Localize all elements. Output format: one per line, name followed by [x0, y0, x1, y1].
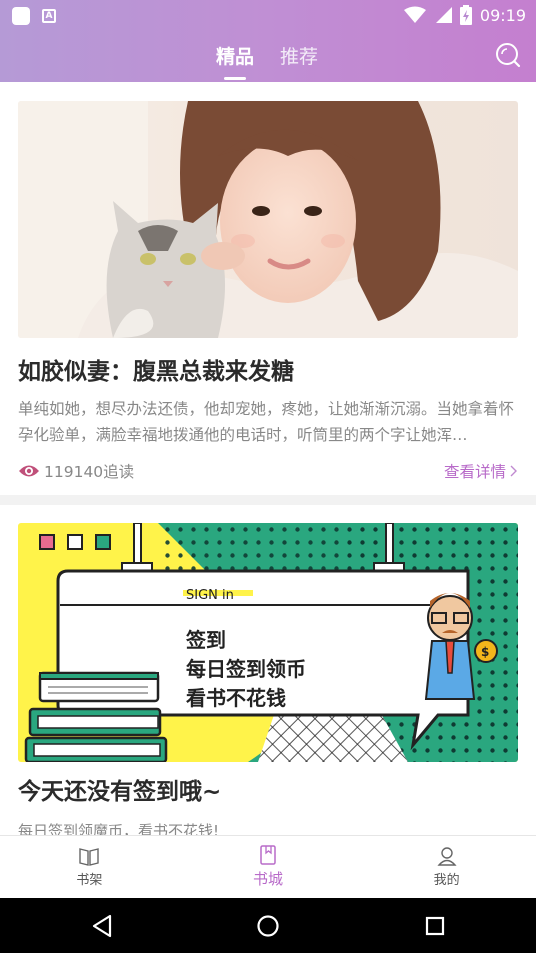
views-text: 119140追读 [44, 463, 135, 481]
nav-item-bookstore[interactable]: 书城 [179, 836, 358, 898]
tab-active-indicator [224, 77, 246, 80]
nav-item-bookshelf[interactable]: 书架 [0, 836, 179, 898]
back-icon [92, 914, 112, 938]
signal-icon [435, 7, 452, 23]
tab-featured-label: 精品 [216, 46, 255, 68]
home-icon [257, 915, 279, 937]
bottom-nav: 书架 书城 我的 [0, 835, 536, 898]
signin-description: 每日签到领魔币，看书不花钱! [18, 822, 220, 835]
views-count: 119140追读 [18, 460, 134, 482]
view-details-label: 查看详情 [443, 463, 506, 481]
banner-tag: SIGN in [186, 588, 234, 603]
banner-line-2: 每日签到领币 [186, 657, 306, 681]
banner-line-3: 看书不花钱 [186, 686, 286, 710]
status-time: 09:19 [479, 5, 526, 25]
card-separator [0, 495, 536, 505]
search-icon [496, 43, 521, 68]
home-button[interactable] [254, 912, 282, 940]
book-card[interactable]: 如胶似妻：腹黑总裁来发糖 单纯如她，想尽办法还债，他却宠她，疼她，让她渐渐沉溺。… [0, 82, 536, 495]
nav-label-bookshelf: 书架 [76, 873, 103, 888]
svg-text:$: $ [481, 645, 489, 659]
recents-button[interactable] [421, 912, 449, 940]
recents-icon [425, 916, 445, 936]
signin-card[interactable]: SIGN in 签到 每日签到领币 看书不花钱 $ 今天还没有签到哦~ 每日签到… [0, 505, 536, 835]
view-details-link[interactable]: 查看详情 [444, 460, 518, 482]
book-meta: 119140追读 查看详情 [18, 456, 518, 490]
tab-recommend-label: 推荐 [280, 46, 319, 68]
a-icon: A [42, 9, 56, 23]
bookshelf-icon [79, 848, 100, 866]
battery-icon [459, 5, 472, 25]
wifi-icon [403, 6, 426, 23]
feed[interactable]: 如胶似妻：腹黑总裁来发糖 单纯如她，想尽办法还债，他却宠她，疼她，让她渐渐沉溺。… [0, 82, 536, 835]
book-cover-image[interactable] [18, 101, 518, 338]
chevron-right-icon [510, 465, 517, 477]
book-description: 单纯如她，想尽办法还债，他却宠她，疼她，让她渐渐沉溺。当她拿着怀孕化验单，满脸幸… [18, 400, 515, 444]
bookstore-icon [260, 845, 276, 865]
status-bar: A 09:19 [0, 0, 536, 32]
nav-item-profile[interactable]: 我的 [357, 836, 536, 898]
tab-recommend[interactable]: 推荐 [280, 42, 318, 69]
top-bar: A 09:19 精品 推荐 [0, 0, 536, 82]
signin-banner-image[interactable]: SIGN in 签到 每日签到领币 看书不花钱 $ [18, 523, 518, 762]
header: 精品 推荐 [0, 32, 536, 82]
search-button[interactable] [495, 42, 521, 68]
profile-icon [437, 847, 457, 866]
system-nav-bar [0, 898, 536, 953]
banner-line-1: 签到 [185, 628, 226, 652]
book-title[interactable]: 如胶似妻：腹黑总裁来发糖 [18, 354, 518, 390]
nav-label-bookstore: 书城 [253, 870, 284, 888]
signin-title[interactable]: 今天还没有签到哦~ [18, 774, 518, 810]
header-tabs: 精品 推荐 [216, 42, 318, 80]
app-icon [12, 7, 30, 25]
back-button[interactable] [88, 912, 116, 940]
tab-featured[interactable]: 精品 [216, 42, 255, 80]
nav-label-profile: 我的 [433, 873, 460, 888]
eye-icon [19, 465, 39, 477]
